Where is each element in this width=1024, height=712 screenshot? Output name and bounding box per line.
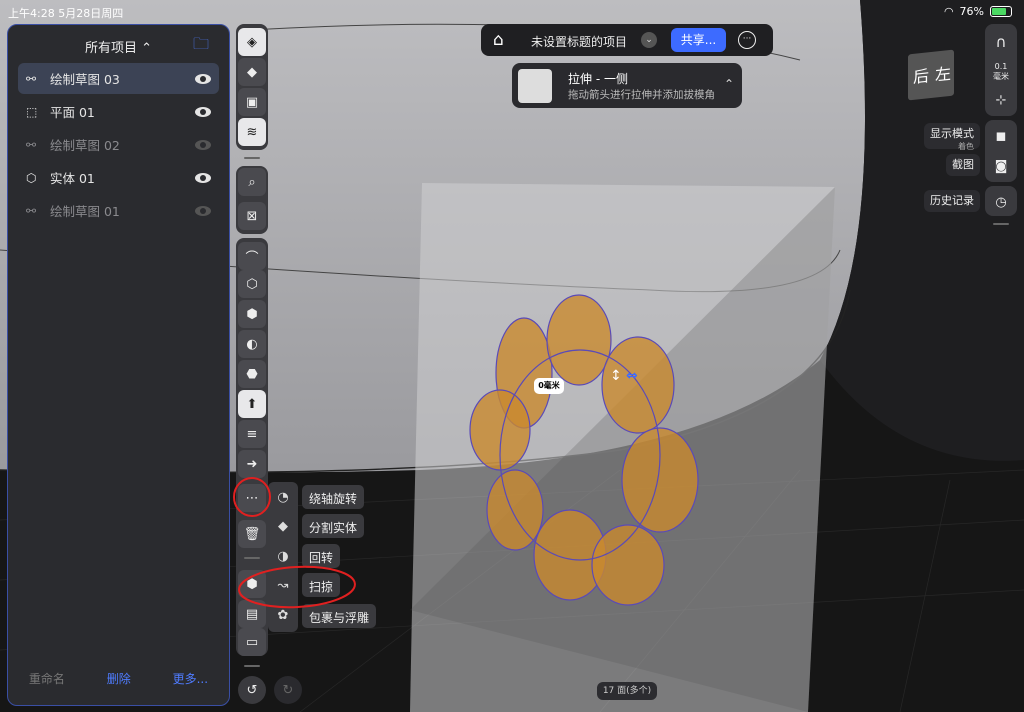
top-bar: ⌂ 未设置标题的项目 ⌄ 共享... ··· — [481, 24, 773, 56]
display-mode-label[interactable]: 显示模式 着色 — [924, 123, 980, 151]
project-title[interactable]: 未设置标题的项目 — [531, 33, 627, 50]
draft-angle-handle-icon[interactable]: ⇔ — [626, 368, 638, 384]
camera-icon[interactable]: ◙ — [987, 152, 1015, 180]
history-label[interactable]: 历史记录 — [924, 190, 980, 212]
cube-face-back: 后 — [913, 66, 930, 87]
extrude-thumbnail-icon — [518, 69, 552, 103]
share-button[interactable]: 共享... — [671, 28, 726, 52]
view-cube[interactable]: 后 左 — [908, 49, 954, 101]
display-mode-text: 显示模式 — [930, 127, 974, 140]
dimension-label[interactable]: 0毫米 — [534, 378, 564, 394]
annotation-overlay — [233, 477, 356, 609]
toolbar-divider — [993, 223, 1009, 225]
display-mode-sub: 着色 — [958, 142, 974, 151]
extrude-hint[interactable]: 拉伸 - 一侧 拖动箭头进行拉伸并添加拔模角 ⌃ — [512, 63, 742, 108]
axis-icon[interactable]: ⊹ — [987, 86, 1015, 114]
hint-desc: 拖动箭头进行拉伸并添加拔模角 — [568, 89, 715, 101]
more-options-icon[interactable]: ··· — [738, 31, 756, 49]
drag-arrow-icon[interactable]: ↕ — [610, 368, 622, 384]
cube-face-left: 左 — [935, 63, 952, 85]
clock-icon[interactable]: ◷ — [987, 188, 1015, 216]
snap-value[interactable]: 0.1 毫米 — [987, 58, 1015, 86]
chevron-down-icon[interactable]: ⌄ — [641, 32, 657, 48]
home-icon[interactable]: ⌂ — [493, 30, 504, 50]
hint-title: 拉伸 - 一侧 — [568, 72, 628, 86]
shaded-cube-icon[interactable]: ◼ — [987, 122, 1015, 150]
magnet-icon[interactable]: ∩ — [987, 28, 1015, 56]
chevron-up-icon[interactable]: ⌃ — [724, 77, 734, 91]
screenshot-label[interactable]: 截图 — [946, 154, 980, 176]
face-count-chip: 17 面(多个) — [597, 682, 657, 700]
snap-value-unit: 毫米 — [993, 72, 1009, 81]
snap-value-number: 0.1 — [994, 62, 1008, 71]
